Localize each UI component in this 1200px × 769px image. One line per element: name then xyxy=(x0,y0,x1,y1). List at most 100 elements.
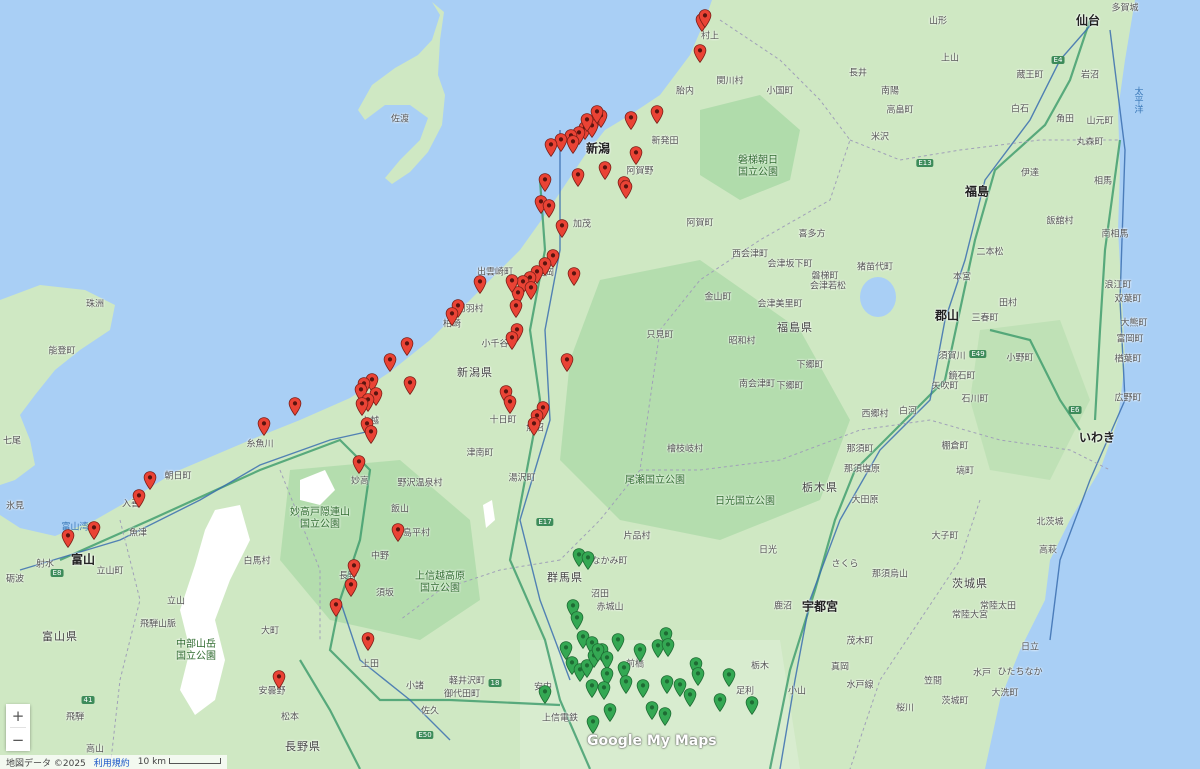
red-location-pin-icon xyxy=(132,489,146,508)
green-location-marker[interactable] xyxy=(586,715,600,734)
red-location-marker[interactable] xyxy=(560,353,574,372)
red-location-pin-icon xyxy=(698,9,712,28)
red-location-marker[interactable] xyxy=(87,521,101,540)
red-location-marker[interactable] xyxy=(598,161,612,180)
red-location-marker[interactable] xyxy=(698,9,712,28)
green-location-pin-icon xyxy=(658,707,672,726)
red-location-pin-icon xyxy=(619,180,633,199)
red-location-marker[interactable] xyxy=(693,44,707,63)
red-location-pin-icon xyxy=(693,44,707,63)
red-location-marker[interactable] xyxy=(555,219,569,238)
red-location-pin-icon xyxy=(538,173,552,192)
green-location-pin-icon xyxy=(683,688,697,707)
green-location-marker[interactable] xyxy=(570,611,584,630)
red-location-pin-icon xyxy=(143,471,157,490)
red-location-marker[interactable] xyxy=(361,632,375,651)
red-location-marker[interactable] xyxy=(445,307,459,326)
route-shield: E50 xyxy=(416,731,434,739)
red-location-pin-icon xyxy=(505,274,519,293)
red-location-marker[interactable] xyxy=(364,425,378,444)
red-location-pin-icon xyxy=(503,395,517,414)
green-location-marker[interactable] xyxy=(691,667,705,686)
red-location-pin-icon xyxy=(509,299,523,318)
red-location-pin-icon xyxy=(352,455,366,474)
green-location-pin-icon xyxy=(645,701,659,720)
red-location-marker[interactable] xyxy=(629,146,643,165)
green-location-marker[interactable] xyxy=(603,703,617,722)
red-location-marker[interactable] xyxy=(352,455,366,474)
green-location-marker[interactable] xyxy=(645,701,659,720)
red-location-marker[interactable] xyxy=(257,417,271,436)
red-location-marker[interactable] xyxy=(619,180,633,199)
red-location-pin-icon xyxy=(624,111,638,130)
red-location-marker[interactable] xyxy=(538,173,552,192)
red-location-marker[interactable] xyxy=(61,529,75,548)
red-location-marker[interactable] xyxy=(391,523,405,542)
red-location-pin-icon xyxy=(473,275,487,294)
red-location-marker[interactable] xyxy=(400,337,414,356)
map-canvas[interactable]: 仙台 多賀城 山形 上山 長井 南陽 高畠町 米沢 蔵王町 白石 角田 岩沼 山元町 丸森町 伊達 相馬 福島南… xyxy=(0,0,1200,769)
land-noto xyxy=(0,285,115,485)
green-location-marker[interactable] xyxy=(658,707,672,726)
zoom-in-button[interactable]: + xyxy=(6,704,30,727)
red-location-marker[interactable] xyxy=(344,578,358,597)
green-location-marker[interactable] xyxy=(633,643,647,662)
red-location-marker[interactable] xyxy=(505,331,519,350)
green-location-marker[interactable] xyxy=(581,551,595,570)
red-location-pin-icon xyxy=(629,146,643,165)
green-location-marker[interactable] xyxy=(661,638,675,657)
red-location-marker[interactable] xyxy=(509,299,523,318)
red-location-marker[interactable] xyxy=(347,559,361,578)
route-shield: E17 xyxy=(536,518,554,526)
green-location-marker[interactable] xyxy=(722,668,736,687)
red-location-marker[interactable] xyxy=(524,281,538,300)
green-location-pin-icon xyxy=(597,681,611,700)
green-location-marker[interactable] xyxy=(636,679,650,698)
red-location-pin-icon xyxy=(347,559,361,578)
red-location-marker[interactable] xyxy=(590,105,604,124)
red-location-marker[interactable] xyxy=(567,267,581,286)
red-location-marker[interactable] xyxy=(544,138,558,157)
red-location-marker[interactable] xyxy=(527,417,541,436)
red-location-marker[interactable] xyxy=(329,598,343,617)
red-location-pin-icon xyxy=(61,529,75,548)
green-location-marker[interactable] xyxy=(619,675,633,694)
red-location-marker[interactable] xyxy=(571,168,585,187)
green-location-pin-icon xyxy=(636,679,650,698)
red-location-pin-icon xyxy=(590,105,604,124)
red-location-pin-icon xyxy=(87,521,101,540)
red-location-marker[interactable] xyxy=(650,105,664,124)
green-location-pin-icon xyxy=(570,611,584,630)
red-location-marker[interactable] xyxy=(288,397,302,416)
red-location-marker[interactable] xyxy=(542,199,556,218)
green-location-marker[interactable] xyxy=(660,675,674,694)
zoom-control: + − xyxy=(6,704,30,751)
green-location-marker[interactable] xyxy=(597,681,611,700)
red-location-marker[interactable] xyxy=(272,670,286,689)
green-location-marker[interactable] xyxy=(713,693,727,712)
red-location-marker[interactable] xyxy=(505,274,519,293)
red-location-marker[interactable] xyxy=(624,111,638,130)
green-location-pin-icon xyxy=(538,685,552,704)
green-location-marker[interactable] xyxy=(745,696,759,715)
green-location-marker[interactable] xyxy=(538,685,552,704)
red-location-marker[interactable] xyxy=(383,353,397,372)
red-location-marker[interactable] xyxy=(566,135,580,154)
red-location-marker[interactable] xyxy=(503,395,517,414)
red-location-marker[interactable] xyxy=(132,489,146,508)
red-location-pin-icon xyxy=(400,337,414,356)
terms-link[interactable]: 利用規約 xyxy=(94,756,130,769)
red-location-pin-icon xyxy=(598,161,612,180)
green-location-marker[interactable] xyxy=(611,633,625,652)
red-location-marker[interactable] xyxy=(143,471,157,490)
red-location-marker[interactable] xyxy=(355,397,369,416)
red-location-pin-icon xyxy=(344,578,358,597)
green-location-marker[interactable] xyxy=(683,688,697,707)
zoom-out-button[interactable]: − xyxy=(6,728,30,751)
red-location-marker[interactable] xyxy=(403,376,417,395)
red-location-pin-icon xyxy=(272,670,286,689)
red-location-marker[interactable] xyxy=(473,275,487,294)
red-location-pin-icon xyxy=(505,331,519,350)
green-location-pin-icon xyxy=(691,667,705,686)
green-location-pin-icon xyxy=(660,675,674,694)
